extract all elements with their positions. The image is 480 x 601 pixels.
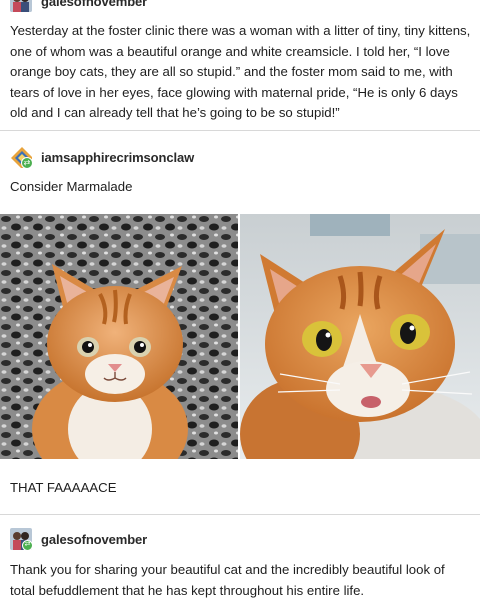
username[interactable]: galesofnovember	[41, 0, 147, 9]
post3-text: THAT FAAAAACE	[10, 480, 117, 495]
divider	[0, 514, 480, 515]
username[interactable]: galesofnovember	[41, 532, 147, 547]
post1-header: galesofnovember	[10, 0, 147, 12]
post4-text: Thank you for sharing your beautiful cat…	[10, 562, 445, 598]
reblog-badge-icon: ⇄	[22, 540, 32, 550]
post1-text: Yesterday at the foster clinic there was…	[10, 23, 471, 120]
reblog-badge-icon: ⇄	[21, 157, 32, 168]
user-avatar[interactable]: ⇄	[10, 146, 32, 168]
username[interactable]: iamsapphirecrimsonclaw	[41, 150, 194, 165]
post4-header: ⇄ galesofnovember	[10, 528, 147, 550]
divider	[0, 130, 480, 131]
user-avatar[interactable]	[10, 0, 32, 12]
post2-header: ⇄ iamsapphirecrimsonclaw	[10, 146, 194, 168]
orange-kitten-photo	[0, 214, 238, 459]
avatar-couple-icon	[10, 0, 32, 12]
orange-cat-photo	[240, 214, 480, 459]
post2-text: Consider Marmalade	[10, 179, 133, 194]
user-avatar[interactable]: ⇄	[10, 528, 32, 550]
